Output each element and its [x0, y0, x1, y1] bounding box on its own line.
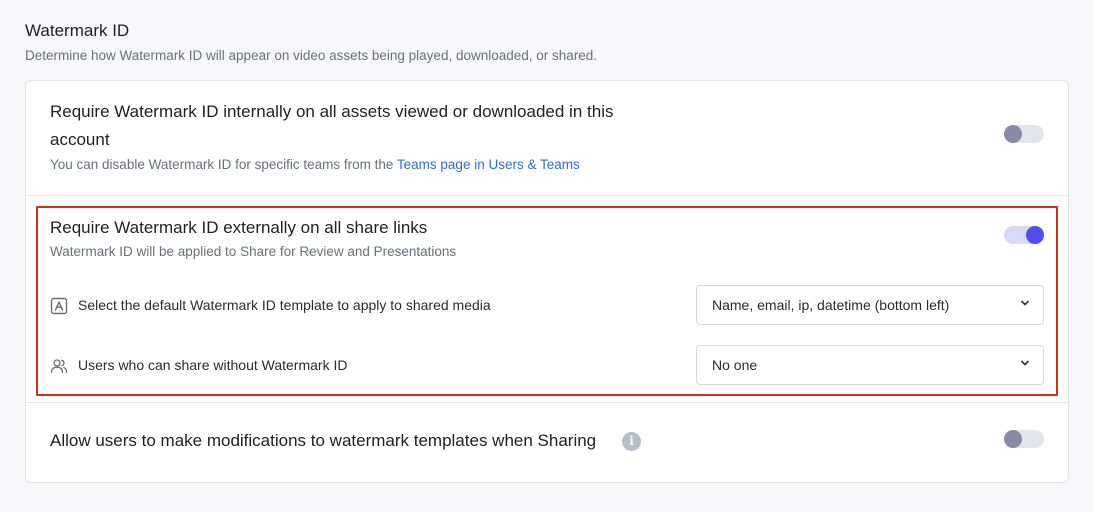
template-select[interactable]: Name, email, ip, datetime (bottom left): [696, 285, 1044, 325]
users-icon: [50, 359, 68, 374]
page-description: Determine how Watermark ID will appear o…: [25, 48, 598, 63]
internal-watermark-title: Require Watermark ID internally on all a…: [50, 102, 614, 149]
template-setting-label: Select the default Watermark ID template…: [78, 297, 491, 313]
modifications-toggle[interactable]: [1004, 430, 1044, 448]
toggle-knob: [1026, 226, 1044, 244]
external-watermark-subtitle: Watermark ID will be applied to Share fo…: [50, 244, 457, 259]
internal-watermark-toggle[interactable]: [1004, 125, 1044, 143]
toggle-knob: [1004, 430, 1022, 448]
users-setting-label: Users who can share without Watermark ID: [78, 357, 348, 373]
info-icon[interactable]: i: [622, 432, 641, 451]
teams-page-link[interactable]: Teams page in Users & Teams: [397, 157, 580, 172]
template-select-value: Name, email, ip, datetime (bottom left): [712, 297, 950, 313]
template-setting-row: Select the default Watermark ID template…: [50, 285, 1044, 325]
users-select[interactable]: No one: [696, 345, 1044, 385]
chevron-down-icon: [1021, 300, 1029, 306]
external-watermark-toggle[interactable]: [1004, 226, 1044, 244]
internal-watermark-subtitle: You can disable Watermark ID for specifi…: [50, 157, 580, 172]
page-title: Watermark ID: [25, 21, 130, 40]
users-setting-row: Users who can share without Watermark ID…: [50, 345, 1044, 385]
modifications-title: Allow users to make modifications to wat…: [50, 431, 597, 450]
text-template-icon: [50, 297, 68, 315]
toggle-knob: [1004, 125, 1022, 143]
external-watermark-title: Require Watermark ID externally on all s…: [50, 218, 428, 237]
internal-watermark-row: Require Watermark ID internally on all a…: [26, 81, 1068, 196]
chevron-down-icon: [1021, 360, 1029, 366]
watermark-settings-card: Require Watermark ID internally on all a…: [25, 80, 1069, 483]
internal-subtitle-text: You can disable Watermark ID for specifi…: [50, 157, 397, 172]
modifications-row: Allow users to make modifications to wat…: [26, 402, 1068, 484]
users-select-value: No one: [712, 357, 758, 373]
